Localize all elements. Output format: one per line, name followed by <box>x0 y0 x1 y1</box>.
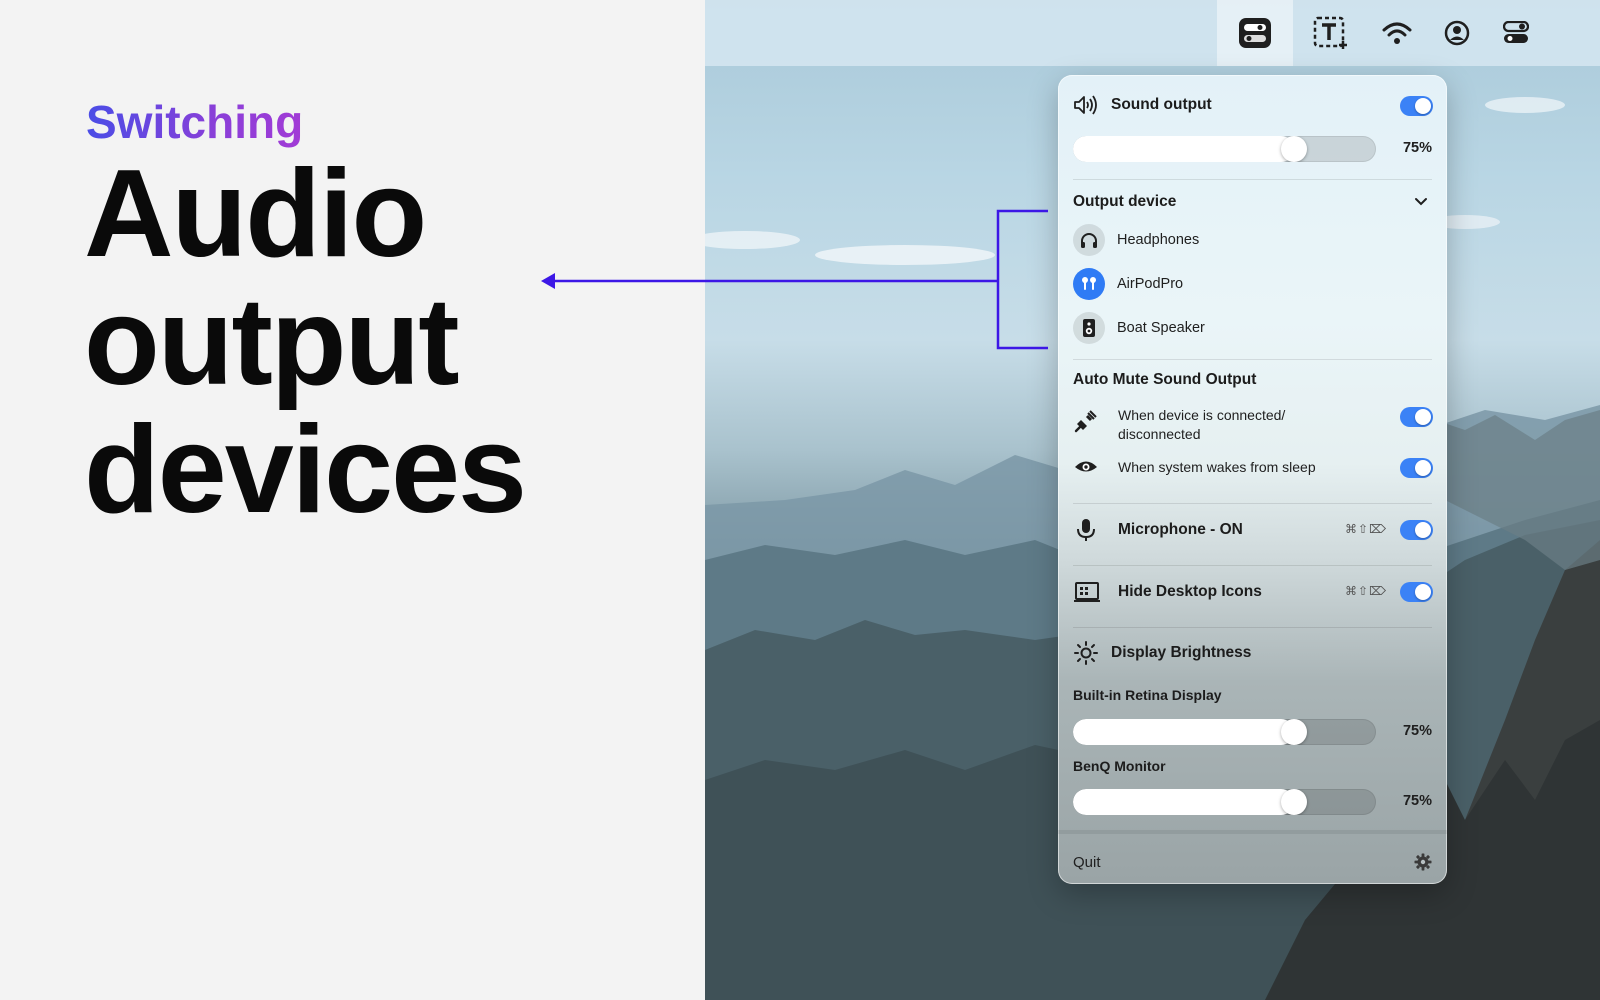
auto-mute-header: Auto Mute Sound Output <box>1073 369 1432 391</box>
user-account-icon[interactable] <box>1425 0 1489 66</box>
brightness-slider-fill <box>1073 719 1294 745</box>
hide-desktop-icons-shortcut: ⌘⇧⌦ <box>1344 584 1387 598</box>
auto-mute-connection-toggle[interactable] <box>1400 407 1433 427</box>
divider <box>1073 565 1432 566</box>
brightness-slider-benq[interactable] <box>1073 789 1376 815</box>
device-item-headphones[interactable]: Headphones <box>1073 224 1432 256</box>
control-center-icon[interactable] <box>1484 0 1548 66</box>
sound-output-title: Sound output <box>1111 96 1212 113</box>
text-capture-icon[interactable] <box>1299 0 1363 66</box>
audio-popover: Sound output 75% Output device Headphone… <box>1058 75 1447 884</box>
device-name: Boat Speaker <box>1117 320 1205 336</box>
volume-slider-fill <box>1073 136 1294 162</box>
hide-desktop-icons-toggle[interactable] <box>1400 582 1433 602</box>
output-device-header[interactable]: Output device <box>1073 191 1432 213</box>
gear-icon[interactable] <box>1414 853 1432 871</box>
volume-slider[interactable] <box>1073 136 1376 162</box>
plug-icon <box>1074 410 1097 433</box>
wifi-icon[interactable] <box>1365 0 1429 66</box>
speaker-icon <box>1073 312 1105 344</box>
device-name: AirPodPro <box>1117 276 1184 292</box>
brightness-percent: 75% <box>1402 723 1432 739</box>
divider <box>1073 179 1432 180</box>
auto-mute-title: Auto Mute Sound Output <box>1073 371 1257 388</box>
desktop-grid-icon <box>1074 582 1100 602</box>
toggle-panel-icon[interactable] <box>1217 0 1293 66</box>
microphone-label: Microphone - ON <box>1118 521 1243 538</box>
display-item: Built-in Retina Display <box>1073 685 1432 705</box>
auto-mute-option-label: When system wakes from sleep <box>1118 459 1316 475</box>
auto-mute-option-label-cont: disconnected <box>1118 426 1201 442</box>
auto-mute-option-connection: When device is connected/ disconnected <box>1073 406 1432 446</box>
promo-panel: Switching Audio output devices <box>0 0 705 1000</box>
menu-bar <box>705 0 1600 66</box>
auto-mute-option-label: When device is connected/ <box>1118 407 1286 423</box>
promo-headline: Audio output devices <box>84 145 527 539</box>
brightness-percent: 75% <box>1402 793 1432 809</box>
sound-output-toggle[interactable] <box>1400 96 1433 116</box>
chevron-down-icon[interactable] <box>1414 197 1428 207</box>
brightness-slider-fill <box>1073 789 1294 815</box>
headphones-icon <box>1073 224 1105 256</box>
speaker-volume-icon <box>1074 95 1097 115</box>
headline-line-1: Audio <box>84 145 427 283</box>
microphone-icon <box>1077 519 1095 541</box>
quit-button[interactable]: Quit <box>1073 854 1101 871</box>
display-brightness-title: Display Brightness <box>1111 644 1252 661</box>
airpods-icon <box>1073 268 1105 300</box>
microphone-shortcut: ⌘⇧⌦ <box>1344 522 1387 536</box>
headline-line-3: devices <box>84 401 527 539</box>
brightness-slider-retina[interactable] <box>1073 719 1376 745</box>
volume-percent: 75% <box>1402 140 1432 156</box>
footer-divider <box>1058 830 1447 834</box>
display-name: BenQ Monitor <box>1073 758 1166 774</box>
brightness-slider-knob[interactable] <box>1281 789 1307 815</box>
promo-eyebrow: Switching <box>86 96 304 148</box>
display-brightness-header: Display Brightness <box>1073 641 1432 665</box>
display-name: Built-in Retina Display <box>1073 687 1222 703</box>
divider <box>1073 503 1432 504</box>
output-device-title: Output device <box>1073 193 1177 210</box>
sound-output-row: Sound output <box>1073 94 1432 116</box>
volume-slider-knob[interactable] <box>1281 136 1307 162</box>
brightness-slider-knob[interactable] <box>1281 719 1307 745</box>
eye-icon <box>1075 461 1097 472</box>
display-item: BenQ Monitor <box>1073 756 1432 776</box>
divider <box>1073 627 1432 628</box>
device-item-boat-speaker[interactable]: Boat Speaker <box>1073 312 1432 344</box>
sun-brightness-icon <box>1074 641 1098 665</box>
device-item-airpodpro[interactable]: AirPodPro <box>1073 268 1432 300</box>
hide-desktop-icons-label: Hide Desktop Icons <box>1118 583 1262 600</box>
auto-mute-option-wake: When system wakes from sleep <box>1073 456 1432 478</box>
microphone-toggle[interactable] <box>1400 520 1433 540</box>
device-name: Headphones <box>1117 232 1200 248</box>
auto-mute-wake-toggle[interactable] <box>1400 458 1433 478</box>
divider <box>1073 359 1432 360</box>
headline-line-2: output <box>84 273 460 411</box>
popover-footer: Quit <box>1073 851 1432 873</box>
